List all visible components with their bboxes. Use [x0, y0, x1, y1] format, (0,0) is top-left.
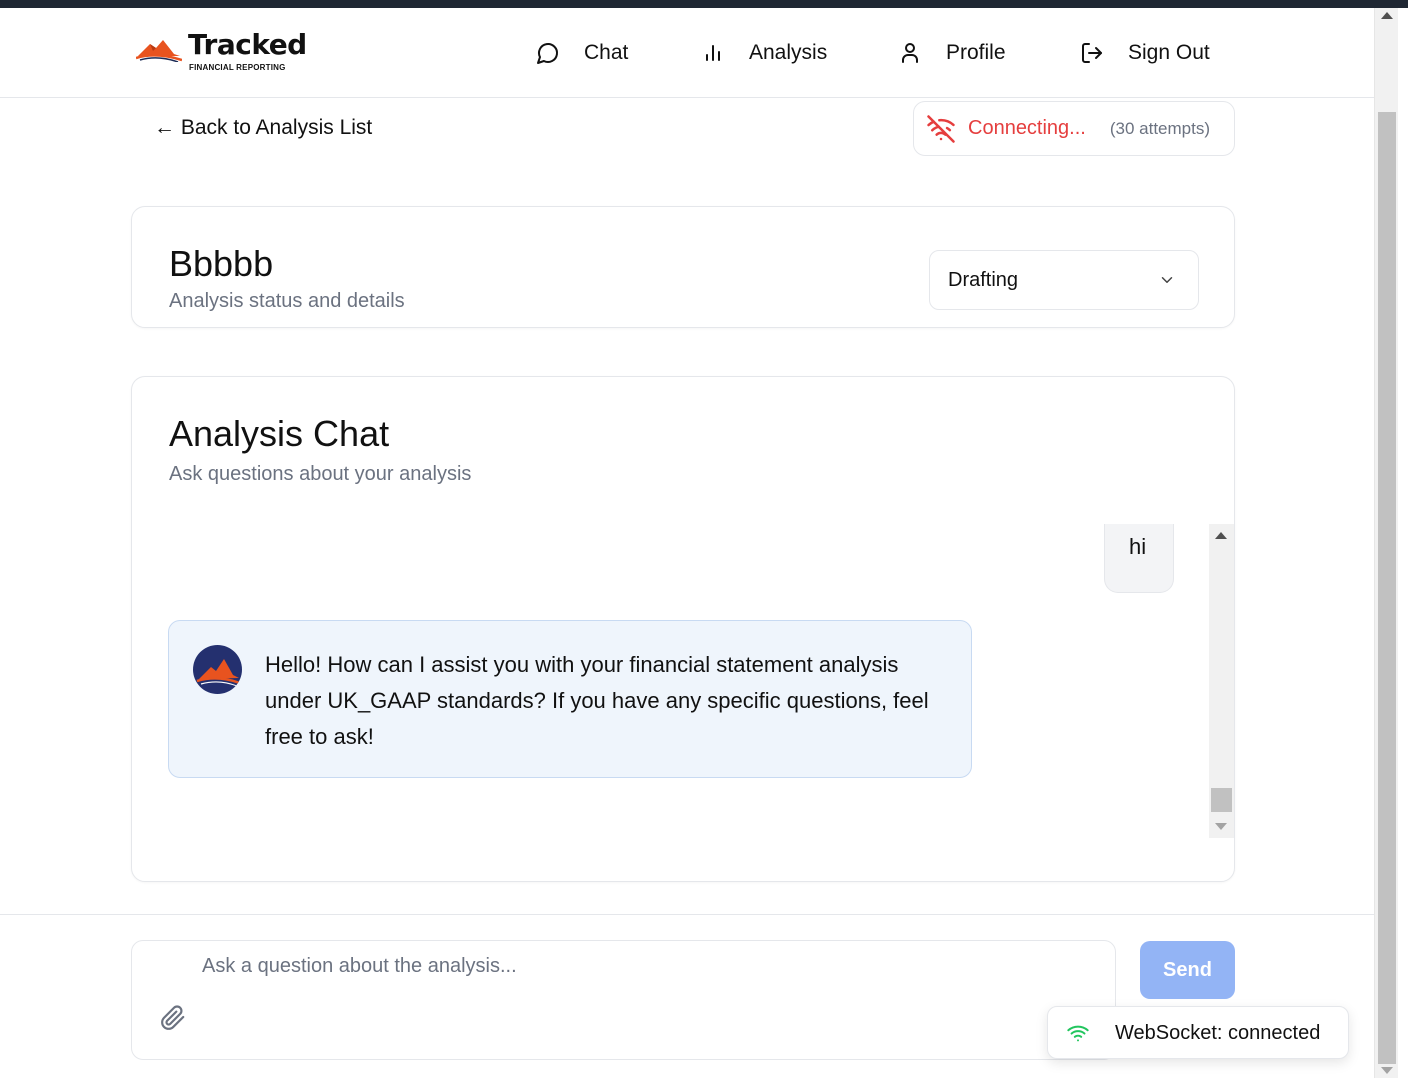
- analysis-details-card: Bbbbb Analysis status and details Drafti…: [131, 206, 1235, 328]
- nav-chat-label: Chat: [584, 41, 629, 64]
- send-button-label: Send: [1163, 958, 1212, 981]
- page-scrollbar-thumb[interactable]: [1378, 112, 1396, 1064]
- nav-profile[interactable]: Profile: [898, 38, 1006, 68]
- chat-title: Analysis Chat: [169, 413, 390, 454]
- analysis-subtitle: Analysis status and details: [169, 290, 405, 312]
- assistant-message-text: Hello! How can I assist you with your fi…: [265, 652, 929, 749]
- scroll-down-arrow-icon[interactable]: [1215, 823, 1227, 830]
- user-message-text: hi: [1129, 534, 1147, 559]
- nav-sign-out[interactable]: Sign Out: [1080, 38, 1210, 68]
- message-list-scrollbar[interactable]: [1209, 524, 1234, 838]
- nav-profile-label: Profile: [946, 41, 1006, 64]
- user-message: hi: [1104, 524, 1174, 593]
- websocket-status-toast: WebSocket: connected: [1047, 1006, 1349, 1059]
- paperclip-icon[interactable]: [160, 1005, 188, 1033]
- brand-tagline: FINANCIAL REPORTING: [189, 63, 286, 72]
- assistant-message: Hello! How can I assist you with your fi…: [168, 620, 972, 778]
- page-scroll-up-arrow-icon[interactable]: [1381, 12, 1393, 19]
- assistant-avatar: [193, 645, 242, 694]
- page-scrollbar[interactable]: [1374, 8, 1398, 1078]
- window-top-strip: [0, 0, 1408, 8]
- window-right-edge: [1398, 8, 1408, 1078]
- nav-chat[interactable]: Chat: [536, 38, 628, 68]
- chat-bubble-icon: [536, 41, 560, 65]
- chat-message-list[interactable]: hi Hello! How can I assist you with your…: [168, 524, 1234, 838]
- question-input[interactable]: [202, 955, 1082, 995]
- analysis-status-value: Drafting: [948, 269, 1019, 291]
- user-icon: [898, 41, 922, 65]
- nav-analysis-label: Analysis: [749, 41, 828, 64]
- analysis-title: Bbbbb: [169, 243, 274, 284]
- nav-sign-out-label: Sign Out: [1128, 41, 1210, 64]
- chevron-down-icon: [1158, 271, 1176, 289]
- websocket-status-text: WebSocket: connected: [1115, 1022, 1321, 1044]
- mountain-logo-icon: [136, 40, 182, 62]
- sign-out-icon: [1080, 41, 1104, 65]
- wifi-icon: [1066, 1022, 1090, 1044]
- send-button[interactable]: Send: [1140, 941, 1235, 999]
- connection-status-badge: Connecting... (30 attempts): [913, 101, 1235, 156]
- question-input-box: [131, 940, 1116, 1060]
- top-navigation-bar: Tracked FINANCIAL REPORTING Chat Analysi…: [0, 8, 1374, 98]
- connection-status-text: Connecting...: [968, 117, 1086, 139]
- nav-analysis[interactable]: Analysis: [701, 38, 827, 68]
- scrollbar-thumb[interactable]: [1211, 788, 1232, 812]
- analysis-chat-card: Analysis Chat Ask questions about your a…: [131, 376, 1235, 882]
- mountain-logo-icon: [196, 659, 241, 687]
- page-scroll-down-arrow-icon[interactable]: [1381, 1067, 1393, 1074]
- back-to-analysis-list-link[interactable]: ← Back to Analysis List: [154, 116, 372, 140]
- wifi-off-icon: [926, 114, 956, 144]
- brand-name: Tracked: [188, 28, 307, 61]
- chat-subtitle: Ask questions about your analysis: [169, 463, 472, 485]
- analysis-status-select[interactable]: Drafting: [929, 250, 1199, 310]
- connection-attempts-count: (30 attempts): [1109, 118, 1211, 138]
- scroll-up-arrow-icon[interactable]: [1215, 532, 1227, 539]
- bar-chart-icon: [701, 41, 725, 65]
- composer-divider: [0, 914, 1374, 915]
